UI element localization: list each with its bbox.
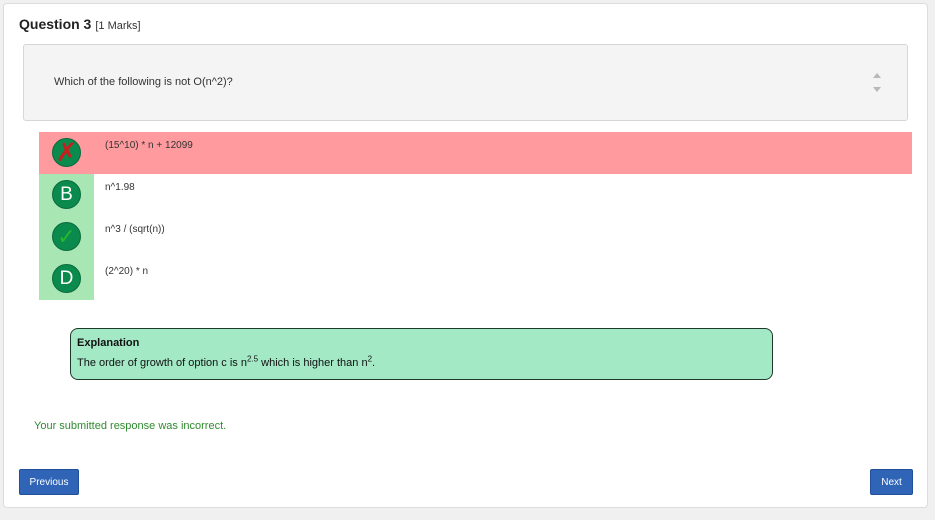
explanation-part: The order of growth of option c is n <box>77 357 247 369</box>
next-button[interactable]: Next <box>870 469 913 495</box>
question-text: Which of the following is not O(n^2)? <box>54 76 233 88</box>
question-scroll-spinner[interactable] <box>872 71 882 95</box>
option-c-text: n^3 / (sqrt(n)) <box>105 224 165 235</box>
explanation-box: Explanation The order of growth of optio… <box>70 328 773 380</box>
option-b-letter-icon: B <box>52 180 81 209</box>
option-marker: ✓ <box>39 216 94 258</box>
submission-feedback: Your submitted response was incorrect. <box>34 420 227 432</box>
explanation-part: . <box>372 357 376 369</box>
explanation-text: The order of growth of option c is n2.5 … <box>77 354 376 369</box>
answer-options: ✗ (15^10) * n + 12099 B n^1.98 ✓ n^3 / (… <box>39 132 912 300</box>
option-d[interactable]: D (2^20) * n <box>39 258 912 300</box>
option-d-letter-icon: D <box>52 264 81 293</box>
cross-icon: ✗ <box>55 137 78 167</box>
option-c[interactable]: ✓ n^3 / (sqrt(n)) <box>39 216 912 258</box>
option-c-circle: ✓ <box>52 222 81 251</box>
option-a[interactable]: ✗ (15^10) * n + 12099 <box>39 132 912 174</box>
option-marker: D <box>39 258 94 300</box>
scroll-up-icon[interactable] <box>873 73 881 78</box>
question-title: Question 3 [1 Marks] <box>19 16 141 32</box>
question-number: Question 3 <box>19 16 92 32</box>
option-a-text: (15^10) * n + 12099 <box>105 140 193 151</box>
explanation-part: which is higher than n <box>258 357 368 369</box>
check-icon: ✓ <box>57 224 76 249</box>
explanation-title: Explanation <box>77 337 140 349</box>
question-card: Question 3 [1 Marks] Which of the followi… <box>3 3 928 508</box>
option-b[interactable]: B n^1.98 <box>39 174 912 216</box>
option-b-text: n^1.98 <box>105 182 135 193</box>
option-d-text: (2^20) * n <box>105 266 149 277</box>
scroll-down-icon[interactable] <box>873 87 881 92</box>
option-a-circle: ✗ <box>52 138 81 167</box>
explanation-exponent: 2.5 <box>246 354 259 364</box>
previous-button[interactable]: Previous <box>19 469 79 495</box>
option-marker: ✗ <box>39 132 94 174</box>
option-marker: B <box>39 174 94 216</box>
question-box: Which of the following is not O(n^2)? <box>23 44 908 121</box>
question-marks: [1 Marks] <box>95 20 141 32</box>
